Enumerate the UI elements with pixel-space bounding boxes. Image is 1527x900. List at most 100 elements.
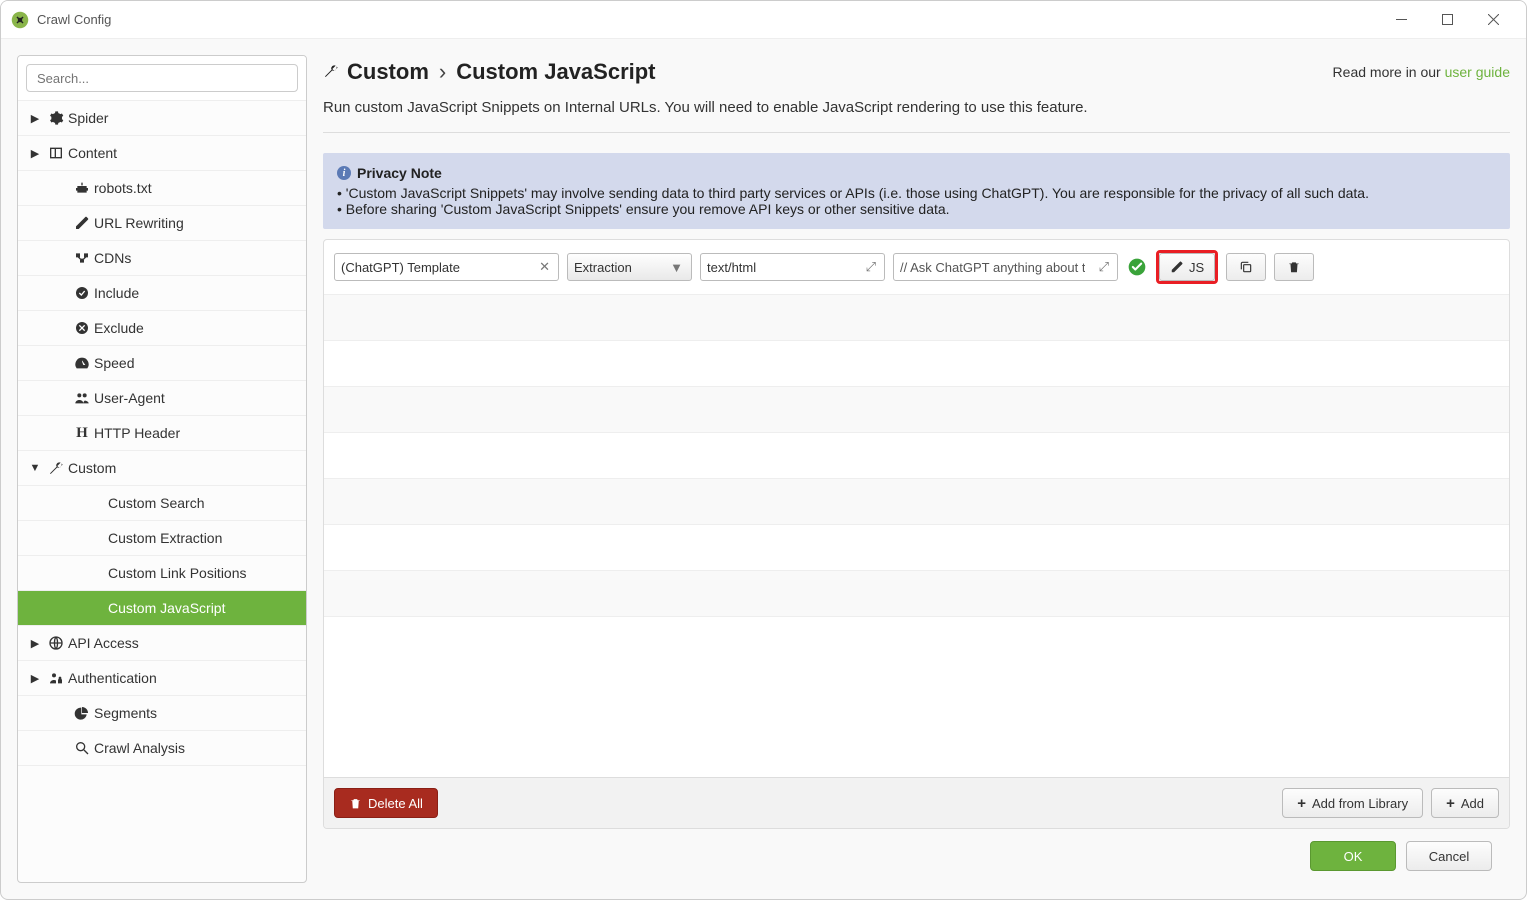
sidebar-item-segments[interactable]: Segments [18, 696, 306, 731]
main-panel: Custom › Custom JavaScript Read more in … [323, 55, 1510, 883]
snippets-panel: (ChatGPT) Template ✕ Extraction ▼ text/h… [323, 239, 1510, 829]
x-circle-icon [70, 320, 94, 336]
chevron-icon: ▶ [26, 637, 44, 650]
sidebar-item-label: robots.txt [94, 180, 298, 196]
content-type-field[interactable]: text/html ⤢ [700, 253, 885, 281]
privacy-bullet-2: • Before sharing 'Custom JavaScript Snip… [337, 201, 1496, 217]
sidebar-item-label: User-Agent [94, 390, 298, 406]
sidebar-item-label: HTTP Header [94, 425, 298, 441]
wrench-icon [323, 59, 339, 85]
sidebar-item-label: Custom Search [108, 495, 298, 511]
titlebar: Crawl Config [1, 1, 1526, 39]
sidebar-item-label: Content [68, 145, 298, 161]
clear-name-icon[interactable]: ✕ [537, 259, 552, 275]
sidebar-item-custom-search[interactable]: Custom Search [18, 486, 306, 521]
edit-js-button[interactable]: JS [1159, 253, 1215, 281]
edit-icon [70, 215, 94, 231]
add-from-library-button[interactable]: + Add from Library [1282, 788, 1423, 818]
H-icon: H [70, 425, 94, 442]
sidebar-item-label: Custom [68, 460, 298, 476]
ok-button[interactable]: OK [1310, 841, 1396, 871]
sidebar-item-custom[interactable]: ▼Custom [18, 451, 306, 486]
snippet-name-field[interactable]: (ChatGPT) Template ✕ [334, 253, 559, 281]
search-icon [70, 740, 94, 756]
breadcrumb-1: Custom [347, 59, 429, 85]
check-circle-icon [70, 285, 94, 301]
pie-icon [70, 705, 94, 721]
cancel-button[interactable]: Cancel [1406, 841, 1492, 871]
sidebar-item-exclude[interactable]: Exclude [18, 311, 306, 346]
delete-all-button[interactable]: Delete All [334, 788, 438, 818]
wrench-icon [44, 460, 68, 476]
sidebar-item-custom-extraction[interactable]: Custom Extraction [18, 521, 306, 556]
duplicate-button[interactable] [1226, 253, 1266, 281]
sidebar-item-label: Custom Extraction [108, 530, 298, 546]
sidebar-item-speed[interactable]: Speed [18, 346, 306, 381]
sidebar-item-label: Spider [68, 110, 298, 126]
expand-icon[interactable]: ⤢ [864, 259, 878, 275]
panels-icon [44, 145, 68, 161]
window-title: Crawl Config [37, 12, 1378, 27]
sidebar-item-crawl-analysis[interactable]: Crawl Analysis [18, 731, 306, 766]
chevron-icon: ▶ [26, 147, 44, 160]
sidebar-item-user-agent[interactable]: User-Agent [18, 381, 306, 416]
plus-icon: + [1446, 795, 1455, 812]
chevron-icon: ▶ [26, 112, 44, 125]
breadcrumb-2: Custom JavaScript [456, 59, 655, 85]
sidebar-item-robots-txt[interactable]: robots.txt [18, 171, 306, 206]
plus-icon: + [1297, 795, 1306, 812]
sidebar-item-label: Custom Link Positions [108, 565, 298, 581]
network-icon [70, 250, 94, 266]
sidebar-item-label: URL Rewriting [94, 215, 298, 231]
dialog-footer: OK Cancel [323, 829, 1510, 883]
sidebar-item-label: Segments [94, 705, 298, 721]
sidebar-item-label: Speed [94, 355, 298, 371]
page-description: Run custom JavaScript Snippets on Intern… [323, 99, 1510, 133]
snippet-type-dropdown[interactable]: Extraction ▼ [567, 253, 692, 281]
sidebar-item-label: CDNs [94, 250, 298, 266]
privacy-note: iPrivacy Note • 'Custom JavaScript Snipp… [323, 153, 1510, 229]
robot-icon [70, 180, 94, 196]
lock-user-icon [44, 670, 68, 686]
delete-button[interactable] [1274, 253, 1314, 281]
breadcrumb-separator: › [439, 59, 446, 85]
breadcrumb: Custom › Custom JavaScript [323, 59, 656, 85]
chevron-icon: ▶ [26, 672, 44, 685]
sidebar-item-api-access[interactable]: ▶ API Access [18, 626, 306, 661]
sidebar-item-label: Exclude [94, 320, 298, 336]
sidebar-item-label: Crawl Analysis [94, 740, 298, 756]
sidebar-item-url-rewriting[interactable]: URL Rewriting [18, 206, 306, 241]
user-guide-link[interactable]: user guide [1445, 64, 1510, 80]
sidebar-item-cdns[interactable]: CDNs [18, 241, 306, 276]
minimize-button[interactable] [1378, 1, 1424, 39]
sidebar-item-include[interactable]: Include [18, 276, 306, 311]
valid-check-icon [1126, 256, 1148, 278]
expand-code-icon[interactable]: ⤢ [1097, 259, 1111, 275]
maximize-button[interactable] [1424, 1, 1470, 39]
users-icon [70, 390, 94, 406]
globe-icon [44, 635, 68, 651]
sidebar-tree: ▶ Spider ▶ Content robots.txt URL Rewriting CD… [18, 101, 306, 882]
sidebar-item-spider[interactable]: ▶ Spider [18, 101, 306, 136]
sidebar-item-http-header[interactable]: HHTTP Header [18, 416, 306, 451]
sidebar-item-label: API Access [68, 635, 298, 651]
snippet-code-field[interactable]: // Ask ChatGPT anything about t ⤢ [893, 253, 1118, 281]
snippets-action-bar: Delete All + Add from Library + Add [324, 777, 1509, 828]
sidebar-item-label: Include [94, 285, 298, 301]
gauge-icon [70, 355, 94, 371]
sidebar-item-label: Custom JavaScript [108, 600, 298, 616]
close-button[interactable] [1470, 1, 1516, 39]
sidebar-item-content[interactable]: ▶ Content [18, 136, 306, 171]
info-icon: i [337, 166, 351, 180]
sidebar: ▶ Spider ▶ Content robots.txt URL Rewriting CD… [17, 55, 307, 883]
add-button[interactable]: + Add [1431, 788, 1499, 818]
search-input[interactable] [26, 64, 298, 92]
js-editor-highlight: JS [1156, 250, 1218, 284]
sidebar-item-custom-link-positions[interactable]: Custom Link Positions [18, 556, 306, 591]
read-more: Read more in our user guide [1333, 64, 1510, 80]
app-icon [11, 11, 29, 29]
sidebar-item-custom-javascript[interactable]: Custom JavaScript [18, 591, 306, 626]
sidebar-item-authentication[interactable]: ▶ Authentication [18, 661, 306, 696]
chevron-down-icon: ▼ [668, 260, 685, 275]
sidebar-item-label: Authentication [68, 670, 298, 686]
